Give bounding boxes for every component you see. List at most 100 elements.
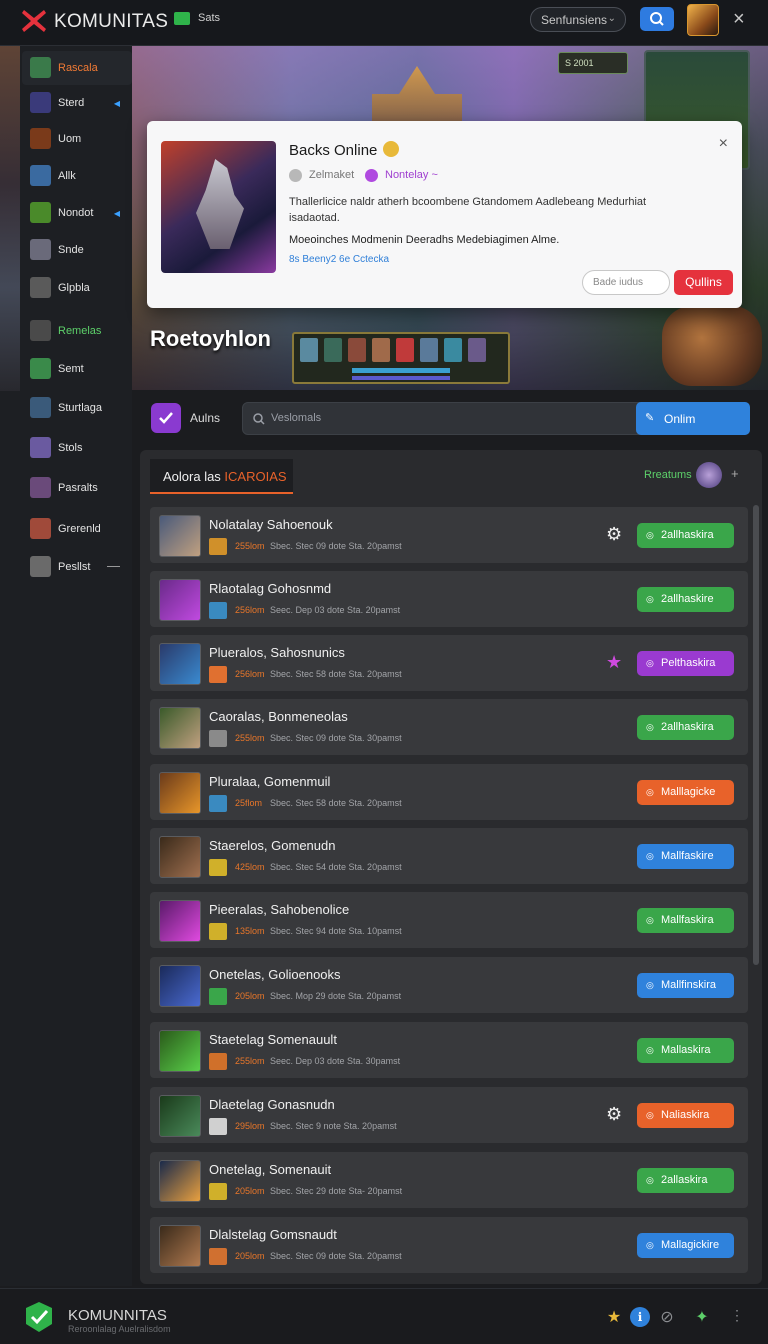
game-detail-modal: Backs Online Zelmaket Nontelay ~ Thaller… — [147, 121, 742, 308]
modal-primary-button[interactable]: Qullins — [674, 270, 733, 295]
sidebar-item-label: Sterd — [58, 97, 85, 109]
sidebar-item-pasralts[interactable]: Pasralts — [22, 471, 132, 505]
portrait-icon — [420, 338, 438, 362]
row-action-button[interactable]: ◎ Mallfaskira — [637, 908, 734, 933]
list-item[interactable]: Staetelag Somenauult 255lom Seec. Dep 03 d… — [150, 1022, 748, 1078]
sidebar-item-nondot[interactable]: Nondot ◀ — [22, 196, 132, 230]
sidebar-item-label: Snde — [58, 244, 84, 256]
row-action-button[interactable]: ◎ 2allhaskira — [637, 523, 734, 548]
row-action-button[interactable]: ◎ Malllagicke — [637, 780, 734, 805]
gear-icon[interactable]: ⚙ — [606, 524, 622, 545]
sidebar-item-snde[interactable]: Snde — [22, 233, 132, 267]
collapse-icon[interactable]: — — [107, 558, 120, 573]
portrait-icon — [468, 338, 486, 362]
character-avatar — [159, 772, 201, 814]
sidebar-item-uom[interactable]: Uom — [22, 122, 132, 156]
list-item[interactable]: Onetelag, Somenauit 205lom Sbec. Stec 29 d… — [150, 1152, 748, 1208]
close-icon[interactable]: × — [733, 8, 745, 31]
modal-secondary-button[interactable]: Bade iudus — [582, 270, 670, 295]
row-action-button[interactable]: ◎ Naliaskira — [637, 1103, 734, 1128]
character-avatar — [159, 965, 201, 1007]
gamepad-illustration — [662, 306, 762, 386]
filter-select[interactable]: Senfunsiens ⌄ — [530, 7, 626, 32]
sidebar-item-allk[interactable]: Allk — [22, 159, 132, 193]
sidebar-item-rascala[interactable]: Rascala — [22, 51, 132, 85]
user-avatar[interactable] — [687, 4, 719, 36]
class-icon — [209, 1053, 227, 1070]
list-item-stat: 25flom — [235, 798, 263, 808]
row-action-button[interactable]: ◎ Mallaskira — [637, 1038, 734, 1063]
list-item[interactable]: Caoralas, Bonmeneolas 255lom Sbec. Stec 09… — [150, 699, 748, 755]
portrait-icon — [444, 338, 462, 362]
app-logo-icon[interactable] — [20, 7, 48, 35]
list-item[interactable]: Pieeralas, Sahobenolice 135lom Sbec. Stec … — [150, 892, 748, 948]
list-item-meta: Seec. Dep 03 dote Sta. 30pamst — [270, 1056, 401, 1066]
hero-character-strip — [292, 332, 510, 384]
list-item[interactable]: Dlalstelag Gomsnaudt 205lom Sbec. Stec 09 … — [150, 1217, 748, 1273]
modal-link[interactable]: 8s Beeny2 6e Cctecka — [289, 254, 389, 265]
list-item-meta: Sbec. Mop 29 dote Sta. 20pamst — [270, 991, 402, 1001]
search-button[interactable] — [640, 7, 674, 31]
sidebar-item-remelas[interactable]: Remelas — [22, 314, 132, 348]
list-item[interactable]: Staerelos, Gomenudn 425lom Sbec. Stec 54 d… — [150, 828, 748, 884]
more-icon[interactable]: ⋮ — [727, 1307, 747, 1327]
sidebar-item-semt[interactable]: Semt — [22, 352, 132, 386]
list-item[interactable]: Onetelas, Golioenooks 205lom Sbec. Mop 29 … — [150, 957, 748, 1013]
list-item-stat: 255lom — [235, 1056, 265, 1066]
row-action-button[interactable]: ◎ Mallfaskire — [637, 844, 734, 869]
list-item-stat: 256lom — [235, 605, 265, 615]
list-item[interactable]: Rlaotalag Gohosnmd 256lom Seec. Dep 03 dot… — [150, 571, 748, 627]
add-icon[interactable]: + — [731, 466, 739, 481]
row-action-label: 2allhaskira — [661, 721, 714, 733]
list-item-name: Nolatalay Sahoenouk — [209, 517, 333, 532]
class-icon — [209, 730, 227, 747]
sidebar-item-stols[interactable]: Stols — [22, 431, 132, 465]
list-item[interactable]: Nolatalay Sahoenouk 255lom Sbec. Stec 09 d… — [150, 507, 748, 563]
row-action-button[interactable]: ◎ Pelthaskira — [637, 651, 734, 676]
row-action-button[interactable]: ◎ 2allhaskire — [637, 587, 734, 612]
sidebar-item-sterd[interactable]: Sterd ◀ — [22, 86, 132, 120]
sidebar-item-label: Stols — [58, 442, 83, 454]
row-action-button[interactable]: ◎ 2allhaskira — [637, 715, 734, 740]
list-item-stat: 205lom — [235, 1186, 265, 1196]
warrior-figure — [196, 159, 244, 249]
character-avatar — [159, 1095, 201, 1137]
row-action-button[interactable]: ◎ Mallfinskira — [637, 973, 734, 998]
gear-icon[interactable]: ⚙ — [606, 1104, 622, 1125]
list-item[interactable]: Pluralaa, Gomenmuil 25flom Sbec. Stec 58 d… — [150, 764, 748, 820]
star-icon[interactable]: ★ — [606, 652, 622, 673]
hero-title: Roetoyhlon — [150, 326, 271, 351]
status-badge-icon — [174, 12, 190, 25]
list-item-meta: Sbec. Stec 58 dote Sta. 20pamst — [270, 669, 402, 679]
row-action-label: 2allhaskire — [661, 593, 714, 605]
sidebar-item-sturtlaga[interactable]: Sturtlaga — [22, 391, 132, 425]
blade-icon — [30, 165, 51, 186]
tab-active[interactable]: Aolora las ICAROIAS — [150, 459, 293, 494]
modal-meta-2[interactable]: Nontelay ~ — [385, 169, 438, 181]
list-item-name: Rlaotalag Gohosnmd — [209, 581, 332, 596]
star-icon[interactable]: ★ — [604, 1307, 624, 1327]
row-action-button[interactable]: ◎ Mallagickire — [637, 1233, 734, 1258]
row-action-button[interactable]: ◎ 2allaskira — [637, 1168, 734, 1193]
character-avatar — [159, 707, 201, 749]
close-icon[interactable]: × — [719, 135, 728, 153]
online-button[interactable]: ✎ Onlim — [636, 402, 750, 435]
info-icon[interactable]: ℹ — [630, 1307, 650, 1327]
trophy-icon[interactable]: ✦ — [692, 1307, 712, 1327]
list-item-name: Onetelag, Somenauit — [209, 1162, 332, 1177]
fire-icon — [30, 518, 51, 539]
list-item-stat: 135lom — [235, 926, 265, 936]
list-item[interactable]: Plueralos, Sahosnunics 256lom Sbec. Stec 5… — [150, 635, 748, 691]
sidebar-item-glpbla[interactable]: Glpbla — [22, 271, 132, 305]
check-icon[interactable] — [151, 403, 181, 433]
character-icon — [30, 477, 51, 498]
sidebar-item-pesllst[interactable]: Pesllst — — [22, 550, 132, 584]
row-action-label: Naliaskira — [661, 1109, 710, 1121]
list-item-meta: Sbec. Stec 09 dote Sta. 20pamst — [270, 1251, 402, 1261]
list-item[interactable]: Dlaetelag Gonasnudn 295lom Sbec. Stec 9 no… — [150, 1087, 748, 1143]
block-icon[interactable]: ⊘ — [657, 1307, 677, 1327]
scrollbar[interactable] — [753, 505, 759, 965]
user-avatar[interactable] — [696, 462, 722, 488]
sidebar-item-label: Pesllst — [58, 561, 91, 573]
sidebar-item-grerenld[interactable]: Grerenld — [22, 512, 132, 546]
